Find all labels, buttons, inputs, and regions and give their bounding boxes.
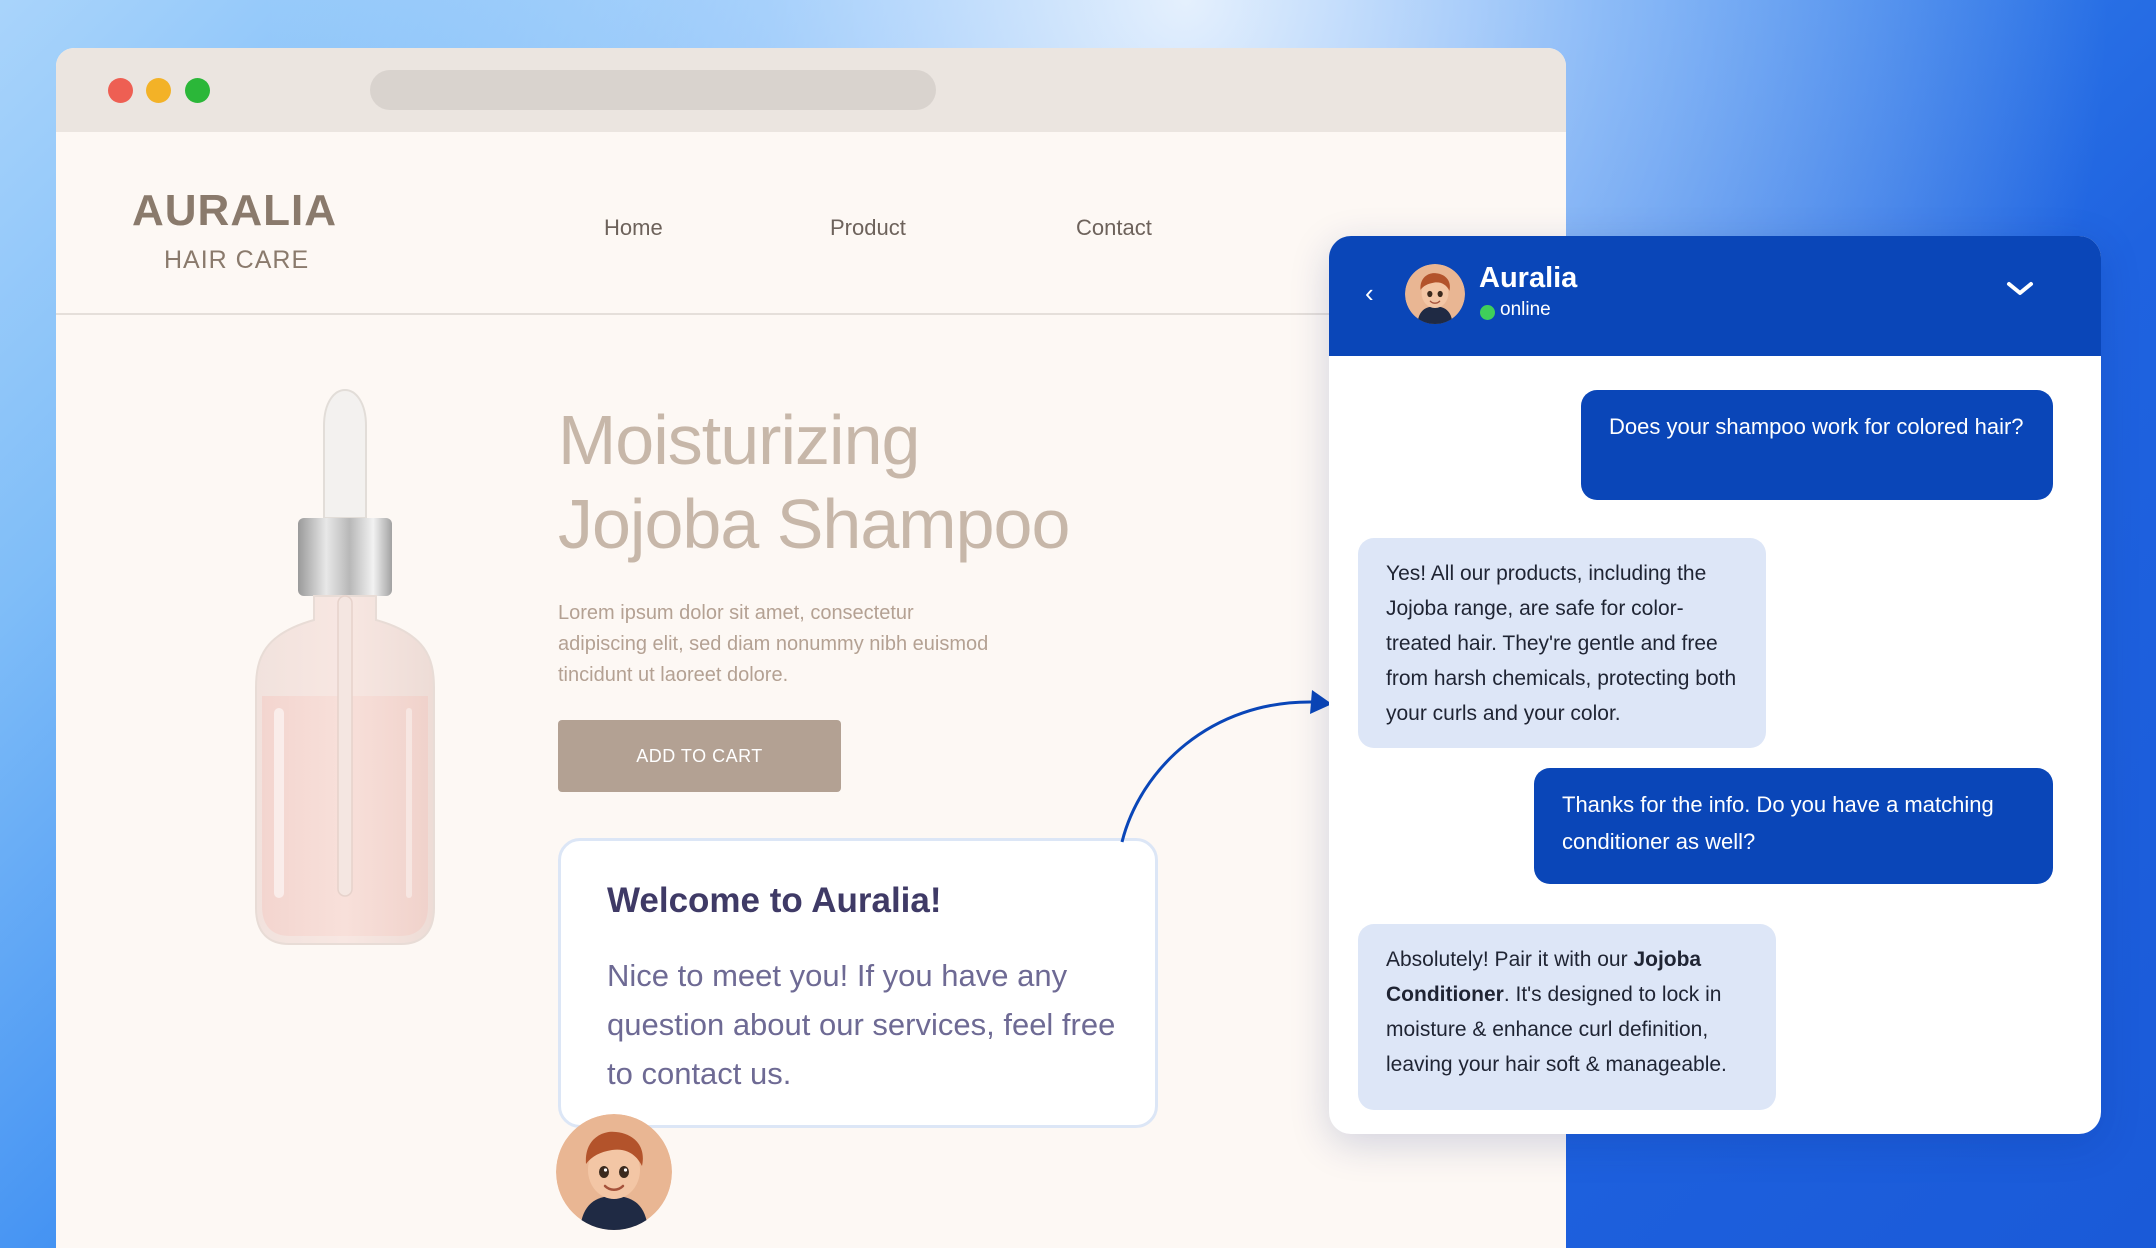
- maximize-window-button[interactable]: [185, 78, 210, 103]
- chat-message-user: Does your shampoo work for colored hair?: [1581, 390, 2053, 500]
- chat-contact-name: Auralia: [1479, 262, 1578, 294]
- chat-message-bot: Absolutely! Pair it with our Jojoba Cond…: [1358, 924, 1776, 1110]
- minimize-window-button[interactable]: [146, 78, 171, 103]
- nav-product[interactable]: Product: [830, 215, 906, 241]
- chat-message-bot: Yes! All our products, including the Joj…: [1358, 538, 1766, 748]
- chat-avatar: [1405, 264, 1465, 324]
- connector-arrow-icon: [1120, 690, 1332, 843]
- close-window-button[interactable]: [108, 78, 133, 103]
- product-title-line2: Jojoba Shampoo: [558, 485, 1070, 563]
- chat-widget: ‹ Auralia online Does your shampoo work …: [1329, 236, 2101, 1134]
- avatar-face-icon: [556, 1114, 672, 1230]
- product-title-line1: Moisturizing: [558, 401, 920, 479]
- chat-message-user: Thanks for the info. Do you have a match…: [1534, 768, 2053, 884]
- chat-header: ‹ Auralia online: [1329, 236, 2101, 356]
- product-bottle-image: [255, 389, 435, 945]
- avatar-face-icon: [1405, 264, 1465, 324]
- product-description: Lorem ipsum dolor sit amet, consectetur …: [558, 602, 989, 686]
- nav-contact[interactable]: Contact: [1076, 215, 1152, 241]
- welcome-card: Welcome to Auralia! Nice to meet you! If…: [558, 838, 1158, 1128]
- nav-home[interactable]: Home: [604, 215, 663, 241]
- chevron-down-icon[interactable]: [2005, 274, 2035, 304]
- add-to-cart-button[interactable]: ADD TO CART: [558, 720, 841, 792]
- assistant-avatar-launcher[interactable]: [556, 1114, 672, 1230]
- brand-tagline: HAIR CARE: [164, 246, 310, 274]
- browser-toolbar: [56, 48, 1566, 132]
- product-title: Moisturizing Jojoba Shampoo: [558, 398, 1198, 566]
- welcome-title: Welcome to Auralia!: [607, 881, 942, 920]
- bot-text-before: Absolutely! Pair it with our: [1386, 948, 1634, 971]
- online-status-dot: [1480, 305, 1495, 320]
- chevron-left-icon[interactable]: ‹: [1365, 278, 1374, 309]
- welcome-text: Nice to meet you! If you have any questi…: [607, 958, 1116, 1091]
- online-status-text: online: [1500, 299, 1551, 320]
- address-bar[interactable]: [370, 70, 936, 110]
- brand-logo[interactable]: AURALIA: [132, 186, 336, 236]
